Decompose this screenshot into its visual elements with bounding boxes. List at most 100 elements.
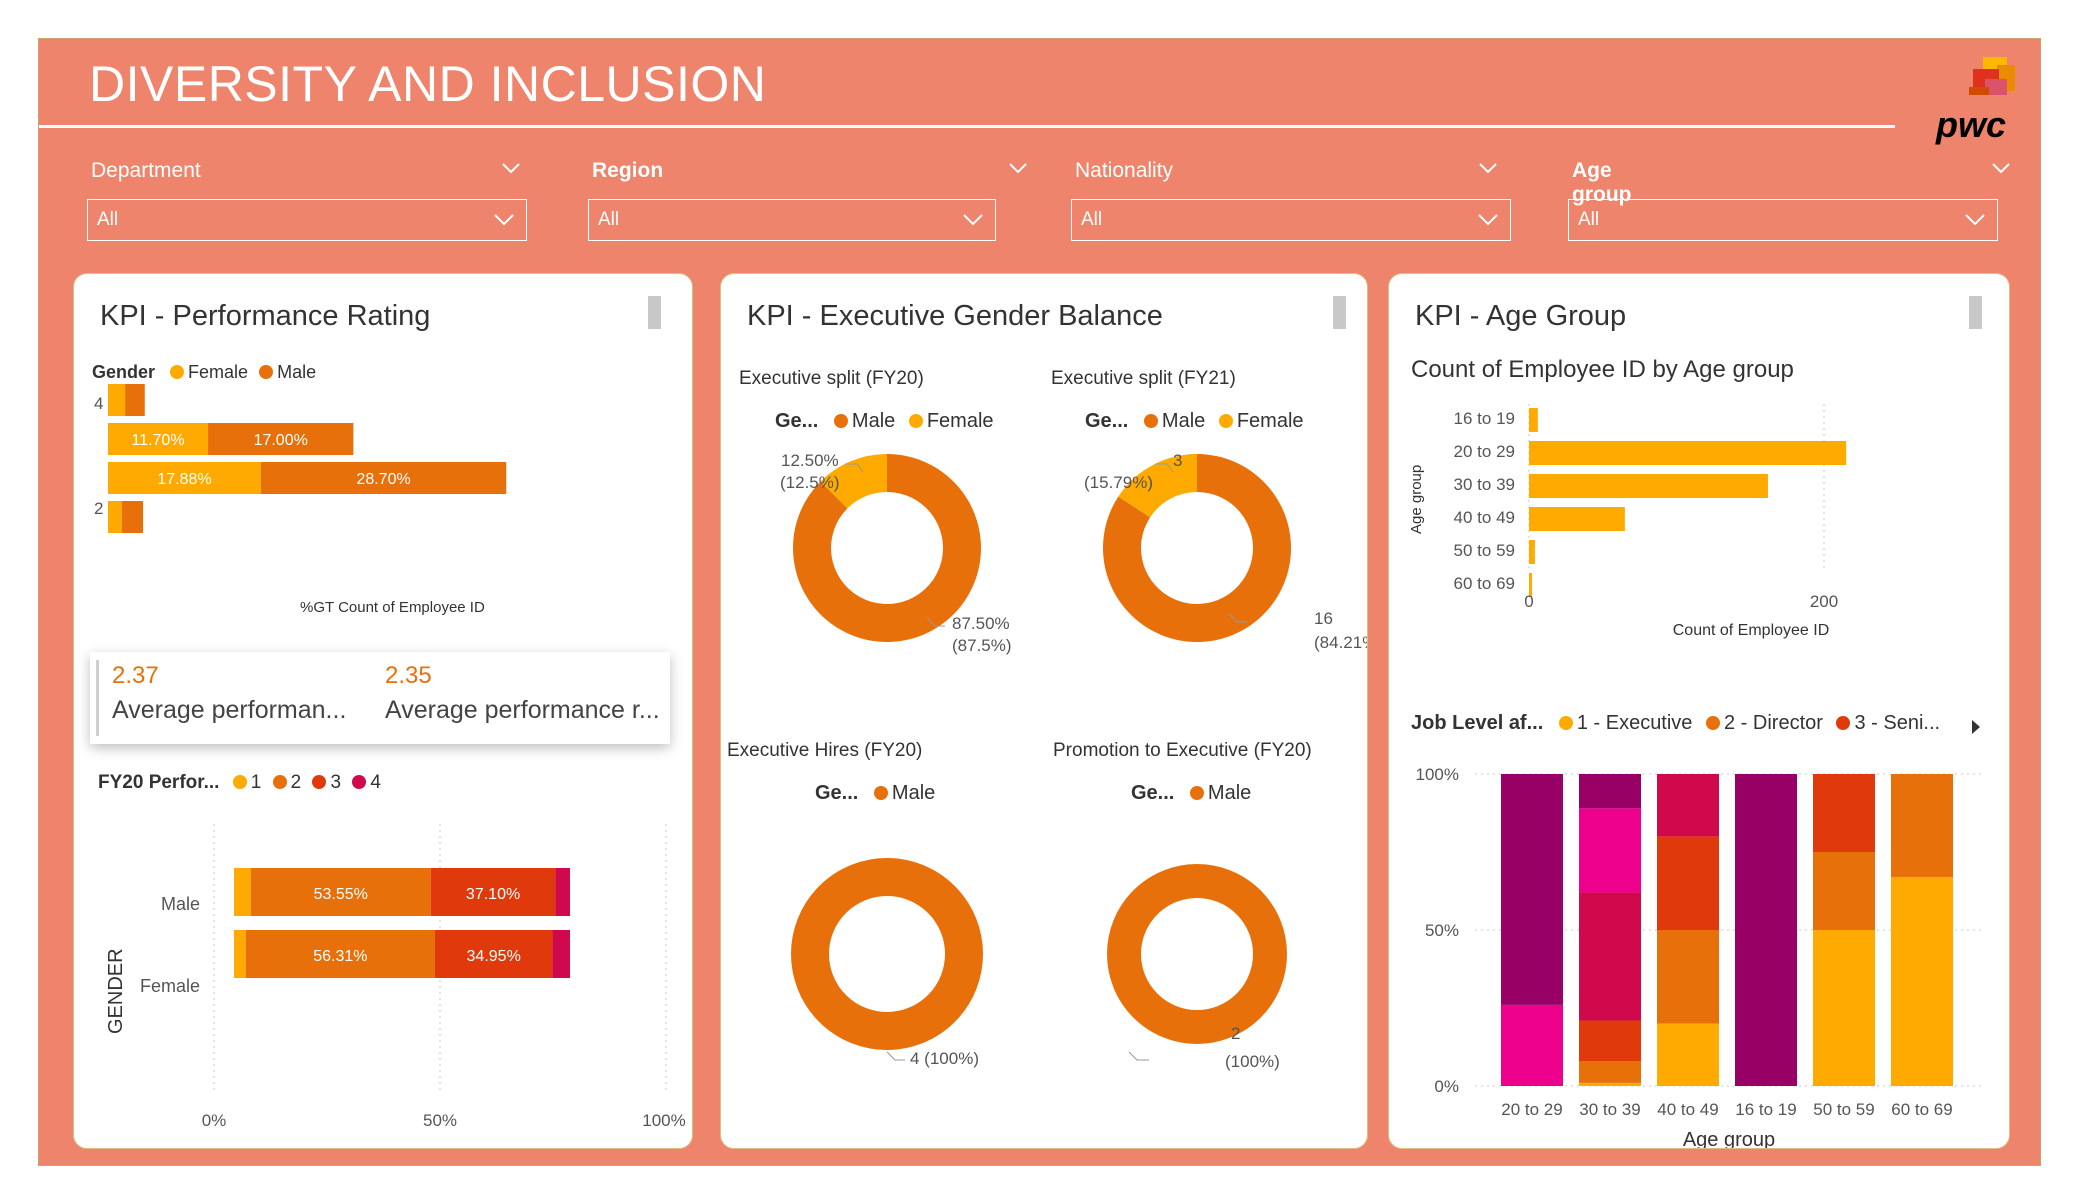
card-title-age: KPI - Age Group: [1415, 300, 1627, 332]
legend-director: 2 - Director: [1724, 712, 1823, 734]
slicer-label-nationality: Nationality: [1075, 159, 1174, 182]
age-count-chart: Age group 16 to 19 20 to 29 30 to 39 40 to …: [1408, 404, 1847, 639]
age-bars: 16 to 19 20 to 29 30 to 39 40 to 49 50 to 59…: [1454, 408, 1847, 597]
kpi-label-2: Average performance r...: [385, 696, 660, 724]
stack-20-to-29-5: [1501, 1004, 1563, 1086]
age-xlabel: Count of Employee ID: [1673, 622, 1830, 639]
data-label: 34.95%: [467, 948, 521, 965]
bar-male-4: [125, 384, 145, 416]
report-canvas: DIVERSITY AND INCLUSION pwc Department A…: [38, 38, 2041, 1166]
stack-50-to-59-3-Senior: [1813, 774, 1875, 852]
legend-female-dot: [170, 365, 185, 379]
y-tick-4: 4: [94, 394, 103, 413]
legend-1-dot: [232, 775, 247, 789]
perf-xlabel: %GT Count of Employee ID: [300, 599, 485, 616]
legend-4-label: 4: [370, 772, 381, 793]
card-title-executive: KPI - Executive Gender Balance: [747, 300, 1163, 332]
slicer-label-department: Department: [91, 159, 201, 182]
stack-xlabel: Age group: [1683, 1129, 1775, 1149]
x-tick-100: 100%: [642, 1111, 685, 1130]
legend-male-label: Male: [277, 362, 317, 382]
region-dropdown[interactable]: All: [588, 199, 996, 241]
report-title: DIVERSITY AND INCLUSION: [89, 56, 767, 112]
department-dropdown[interactable]: All: [87, 199, 527, 241]
card-scrollbar[interactable]: [1333, 296, 1346, 329]
stack-30-to-39-4: [1579, 892, 1641, 1021]
donut4-legend: Ge... Male: [1131, 782, 1251, 805]
nationality-dropdown[interactable]: All: [1071, 199, 1511, 241]
donut1-legend: Ge... Male Female: [775, 410, 994, 433]
chevron-down-icon: [963, 214, 983, 226]
slice-male: [791, 858, 983, 1050]
age-category-label: 40 to 49: [1454, 508, 1515, 527]
category-male: Male: [161, 894, 200, 914]
data-label: 37.10%: [466, 886, 520, 903]
title-underline: [39, 125, 1895, 128]
stack-50-to-59-2-Director: [1813, 852, 1875, 930]
age-group-dropdown[interactable]: All: [1568, 199, 1998, 241]
stack-50-to-59-1-Executive: [1813, 930, 1875, 1086]
perf-gender-chart: 4 2 11.70% 17.00% 17.88% 28.70%: [94, 384, 507, 533]
donut1-big-label: 87.50%: [952, 614, 1010, 633]
chevron-down-icon[interactable]: [1990, 157, 2012, 179]
legend-2-label: 2: [290, 772, 302, 793]
card-performance-rating: KPI - Performance Rating Gender Female M…: [73, 273, 693, 1149]
legend-senior: 3 - Seni...: [1854, 712, 1941, 734]
gender-legend-title: Gender: [92, 362, 156, 382]
data-label: 56.31%: [313, 948, 367, 965]
donut2-legend: Ge... Male Female: [1085, 410, 1304, 433]
donut2-chart: [1103, 454, 1291, 642]
department-value: All: [97, 209, 119, 230]
stack-category-label: 50 to 59: [1813, 1100, 1874, 1119]
pwc-logo-text: pwc: [1935, 104, 2006, 145]
age-ylabel: Age group: [1408, 465, 1425, 534]
chevron-down-icon[interactable]: [500, 157, 522, 179]
age-x-tick-200: 200: [1810, 592, 1838, 611]
pwc-logo: pwc: [1935, 57, 2015, 145]
chevron-down-icon[interactable]: [1007, 157, 1029, 179]
kpi-label-1: Average performan...: [112, 696, 347, 724]
x-tick-50: 50%: [423, 1111, 457, 1130]
bar-male-rating-4: [555, 868, 570, 916]
kpi-cards: 2.37 Average performan... 2.35 Average p…: [90, 652, 670, 744]
stack-16-to-19-6: [1735, 774, 1797, 1086]
donut3-legend-male: Male: [891, 782, 936, 804]
bar-female-rating-4: [552, 930, 570, 978]
donut4-big-pct: (100%): [1225, 1052, 1280, 1071]
card-title-performance: KPI - Performance Rating: [100, 300, 431, 332]
stack-y-tick-0: 0%: [1434, 1077, 1459, 1096]
stack-category-label: 30 to 39: [1579, 1100, 1640, 1119]
stack-category-label: 60 to 69: [1891, 1100, 1952, 1119]
donut2-title: Executive split (FY21): [1051, 368, 1236, 389]
data-label: 28.70%: [356, 471, 410, 488]
stack-40-to-49-3-Senior: [1657, 836, 1719, 930]
fy20-legend: FY20 Perfor... 1 2 3 4: [98, 772, 381, 794]
legend-male-dot: [259, 365, 274, 379]
donut3-slices: [791, 858, 983, 1050]
stack-60-to-69-2-Director: [1891, 774, 1953, 877]
kpi-accent-bar: [96, 660, 99, 736]
donut1-small-label: 12.50%: [781, 451, 839, 470]
age-bar-30-to-39: [1529, 474, 1768, 498]
category-female: Female: [140, 976, 200, 996]
card-scrollbar[interactable]: [1969, 296, 1982, 329]
stack-30-to-39-2-Director: [1579, 1061, 1641, 1083]
donut1-legend-title: Ge...: [775, 410, 819, 432]
chevron-down-icon: [1965, 214, 1985, 226]
bar-male-1: [121, 501, 144, 533]
stack-20-to-29-6: [1501, 774, 1563, 1005]
chevron-down-icon: [1478, 214, 1498, 226]
card-scrollbar[interactable]: [648, 296, 661, 329]
age-bar-40-to-49: [1529, 507, 1625, 531]
donut1-legend-female: Female: [926, 410, 994, 432]
chevron-down-icon[interactable]: [1477, 157, 1499, 179]
donut4-slices: [1107, 864, 1287, 1044]
fy20-legend-title: FY20 Perfor...: [98, 772, 220, 793]
donut2-small-pct: (15.79%): [1084, 473, 1153, 492]
stack-30-to-39-6: [1579, 774, 1641, 809]
stack-category-label: 20 to 29: [1501, 1100, 1562, 1119]
donut3-chart: [791, 858, 983, 1061]
job-bars: 20 to 29 30 to 39 40 to 49 16 to 19 50 to 59…: [1501, 774, 1953, 1119]
region-value: All: [598, 209, 620, 230]
job-level-stacked-chart: 100% 50% 0% 20 to 29 30 to 39 40 to 49 16 t…: [1416, 765, 1985, 1149]
